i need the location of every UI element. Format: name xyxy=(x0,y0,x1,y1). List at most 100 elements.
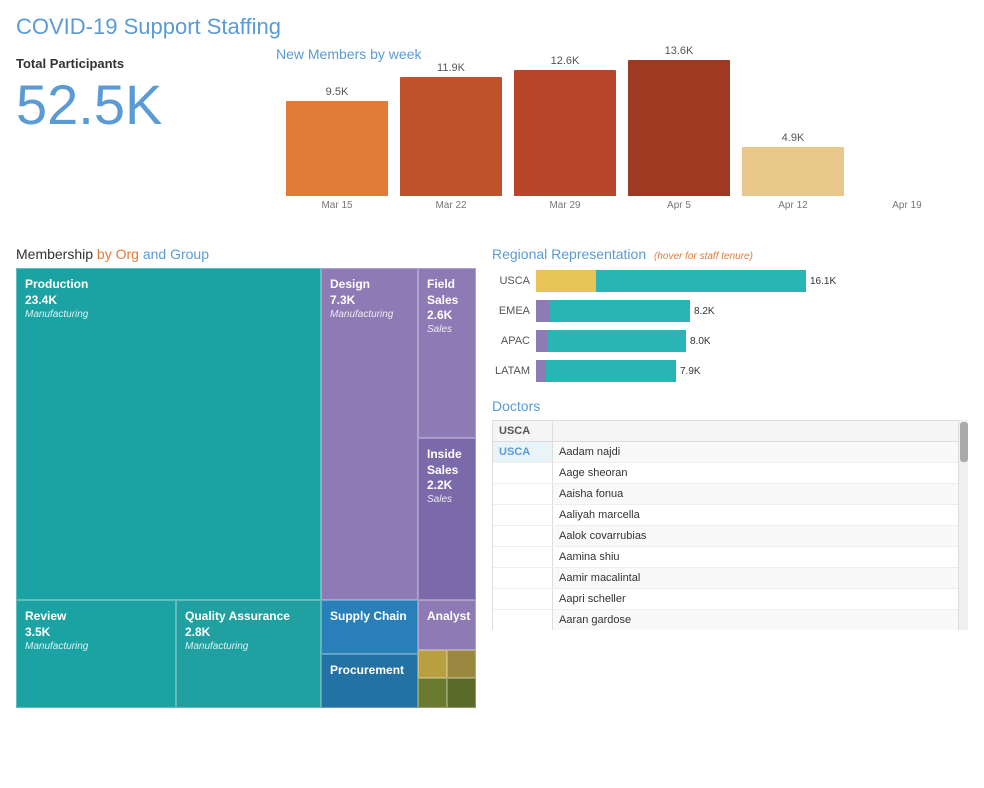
treemap-cell[interactable]: Analyst xyxy=(418,600,476,650)
treemap-org-label: Org xyxy=(116,246,139,262)
treemap-cell-name: Production xyxy=(25,277,312,293)
doctors-name-cell: Aadam najdi xyxy=(553,442,967,462)
bar-week-label: Apr 19 xyxy=(892,200,921,211)
treemap-cell-value: 23.4K xyxy=(25,293,312,307)
region-bar-label: 16.1K xyxy=(810,276,836,287)
treemap-cell[interactable]: Supply Chain xyxy=(321,600,418,654)
bar-rect[interactable] xyxy=(742,147,844,196)
bar-group: Apr 19 xyxy=(856,193,958,211)
doctors-name-cell: Aaisha fonua xyxy=(553,484,967,504)
bar-rect[interactable] xyxy=(628,60,730,196)
scrollbar-thumb[interactable] xyxy=(960,422,968,462)
region-row: EMEA8.2K xyxy=(492,300,968,322)
treemap-cell[interactable] xyxy=(418,650,447,678)
region-bar-segment[interactable] xyxy=(536,330,548,352)
bottom-section: Membership by Org and Group Production23… xyxy=(0,246,984,708)
treemap-and-label: and xyxy=(143,246,170,262)
treemap-cell-value: 2.6K xyxy=(427,308,467,322)
treemap-cell[interactable]: Review3.5K Manufacturing xyxy=(16,600,176,708)
bar-week-label: Mar 22 xyxy=(435,200,466,211)
treemap-cell[interactable]: Quality Assurance2.8KManufacturing xyxy=(176,600,321,708)
treemap-cell[interactable] xyxy=(447,650,476,678)
bar-value-label: 9.5K xyxy=(326,86,349,98)
treemap-cell[interactable]: Design7.3KManufacturing xyxy=(321,268,418,600)
region-bar-segment[interactable] xyxy=(546,360,676,382)
region-bar-segment[interactable] xyxy=(596,270,806,292)
region-row: APAC 8.0K xyxy=(492,330,968,352)
right-panel: Regional Representation (hover for staff… xyxy=(492,246,968,708)
region-bar-segment[interactable] xyxy=(536,270,596,292)
treemap-cell-sub: Sales xyxy=(427,494,467,505)
regional-title-text: Regional Representation xyxy=(492,246,646,262)
treemap-cell-name: Review xyxy=(25,609,167,625)
total-participants-label: Total Participants xyxy=(16,56,256,71)
treemap-by-label: by xyxy=(97,246,116,262)
doctors-scrollbar[interactable] xyxy=(958,420,968,630)
treemap-cell-sub: Manufacturing xyxy=(330,309,409,320)
doctors-region-cell xyxy=(493,568,553,588)
treemap-cell-name: Field Sales xyxy=(427,277,467,308)
treemap-cell[interactable]: Inside Sales2.2KSales xyxy=(418,438,476,600)
bar-rect[interactable] xyxy=(400,77,502,196)
treemap-cell[interactable]: Field Sales2.6KSales xyxy=(418,268,476,438)
treemap-cell[interactable]: Procurement xyxy=(321,654,418,708)
regional-bars: USCA16.1KEMEA8.2KAPAC8.0KLATAM7.9K xyxy=(492,270,968,382)
doctors-data-row[interactable]: Aamir macalintal xyxy=(493,568,967,589)
doctors-region-cell xyxy=(493,526,553,546)
bar-week-label: Mar 15 xyxy=(321,200,352,211)
treemap-cell-name: Quality Assurance xyxy=(185,609,312,625)
bar-group: 13.6K Apr 5 xyxy=(628,45,730,211)
total-participants-panel: Total Participants 52.5K xyxy=(16,46,256,236)
doctors-data-row[interactable]: Aapri scheller xyxy=(493,589,967,610)
region-bar-segment[interactable] xyxy=(550,300,690,322)
region-name: USCA xyxy=(492,275,530,287)
doctors-data-row[interactable]: Aaisha fonua xyxy=(493,484,967,505)
region-bar-label: 8.2K xyxy=(694,306,715,317)
treemap-title: Membership by Org and Group xyxy=(16,246,476,262)
bar-rect[interactable] xyxy=(514,70,616,196)
doctors-data-row[interactable]: Aaliyah marcella xyxy=(493,505,967,526)
doctors-data-row[interactable]: Aamina shiu xyxy=(493,547,967,568)
region-bar-label: 8.0K xyxy=(690,336,711,347)
doctors-data-row[interactable]: Aalok covarrubias xyxy=(493,526,967,547)
bar-value-label: 12.6K xyxy=(551,55,580,67)
doctors-col-region-header: USCA xyxy=(493,421,553,441)
doctors-data-row[interactable]: USCAAadam najdi xyxy=(493,442,967,463)
bar-group: 11.9KMar 22 xyxy=(400,62,502,211)
region-bar-segment[interactable] xyxy=(536,300,550,322)
treemap-cell[interactable] xyxy=(418,678,447,708)
region-name: LATAM xyxy=(492,365,530,377)
top-section: Total Participants 52.5K New Members by … xyxy=(0,46,984,236)
doctors-name-cell: Aalok covarrubias xyxy=(553,526,967,546)
treemap-membership-label: Membership xyxy=(16,246,93,262)
treemap-cell[interactable] xyxy=(447,678,476,708)
doctors-region-cell xyxy=(493,589,553,609)
treemap-group-label: Group xyxy=(170,246,209,262)
doctors-region-cell xyxy=(493,484,553,504)
doctors-data-row[interactable]: Aaran gardose xyxy=(493,610,967,630)
doctors-name-cell: Aage sheoran xyxy=(553,463,967,483)
region-bar-segment[interactable] xyxy=(536,360,546,382)
bar-group: 9.5K Mar 15 xyxy=(286,86,388,211)
bar-group: 4.9K Apr 12 xyxy=(742,132,844,211)
treemap-cell[interactable]: Production23.4KManufacturing xyxy=(16,268,321,600)
bar-week-label: Apr 12 xyxy=(778,200,807,211)
treemap-cell-value: 2.8K xyxy=(185,625,312,639)
doctors-data-row[interactable]: Aage sheoran xyxy=(493,463,967,484)
treemap-cell-sub: Manufacturing xyxy=(25,641,167,652)
region-row: USCA 16.1K xyxy=(492,270,968,292)
doctors-section: Doctors USCAUSCAAadam najdiAage sheoranA… xyxy=(492,398,968,630)
treemap-section: Membership by Org and Group Production23… xyxy=(16,246,476,708)
region-bar-segment[interactable] xyxy=(548,330,686,352)
bar-rect[interactable] xyxy=(286,101,388,196)
bar-value-label: 13.6K xyxy=(665,45,694,57)
treemap-cell-value: 3.5K xyxy=(25,625,167,639)
treemap-cell-name: Analyst xyxy=(427,609,467,625)
bar-week-label: Apr 5 xyxy=(667,200,691,211)
bar-week-label: Mar 29 xyxy=(549,200,580,211)
bar-value-label: 4.9K xyxy=(782,132,805,144)
doctors-table-wrapper: USCAUSCAAadam najdiAage sheoranAaisha fo… xyxy=(492,420,968,630)
treemap-cell-name: Supply Chain xyxy=(330,609,409,625)
doctors-name-cell: Aamir macalintal xyxy=(553,568,967,588)
region-name: APAC xyxy=(492,335,530,347)
